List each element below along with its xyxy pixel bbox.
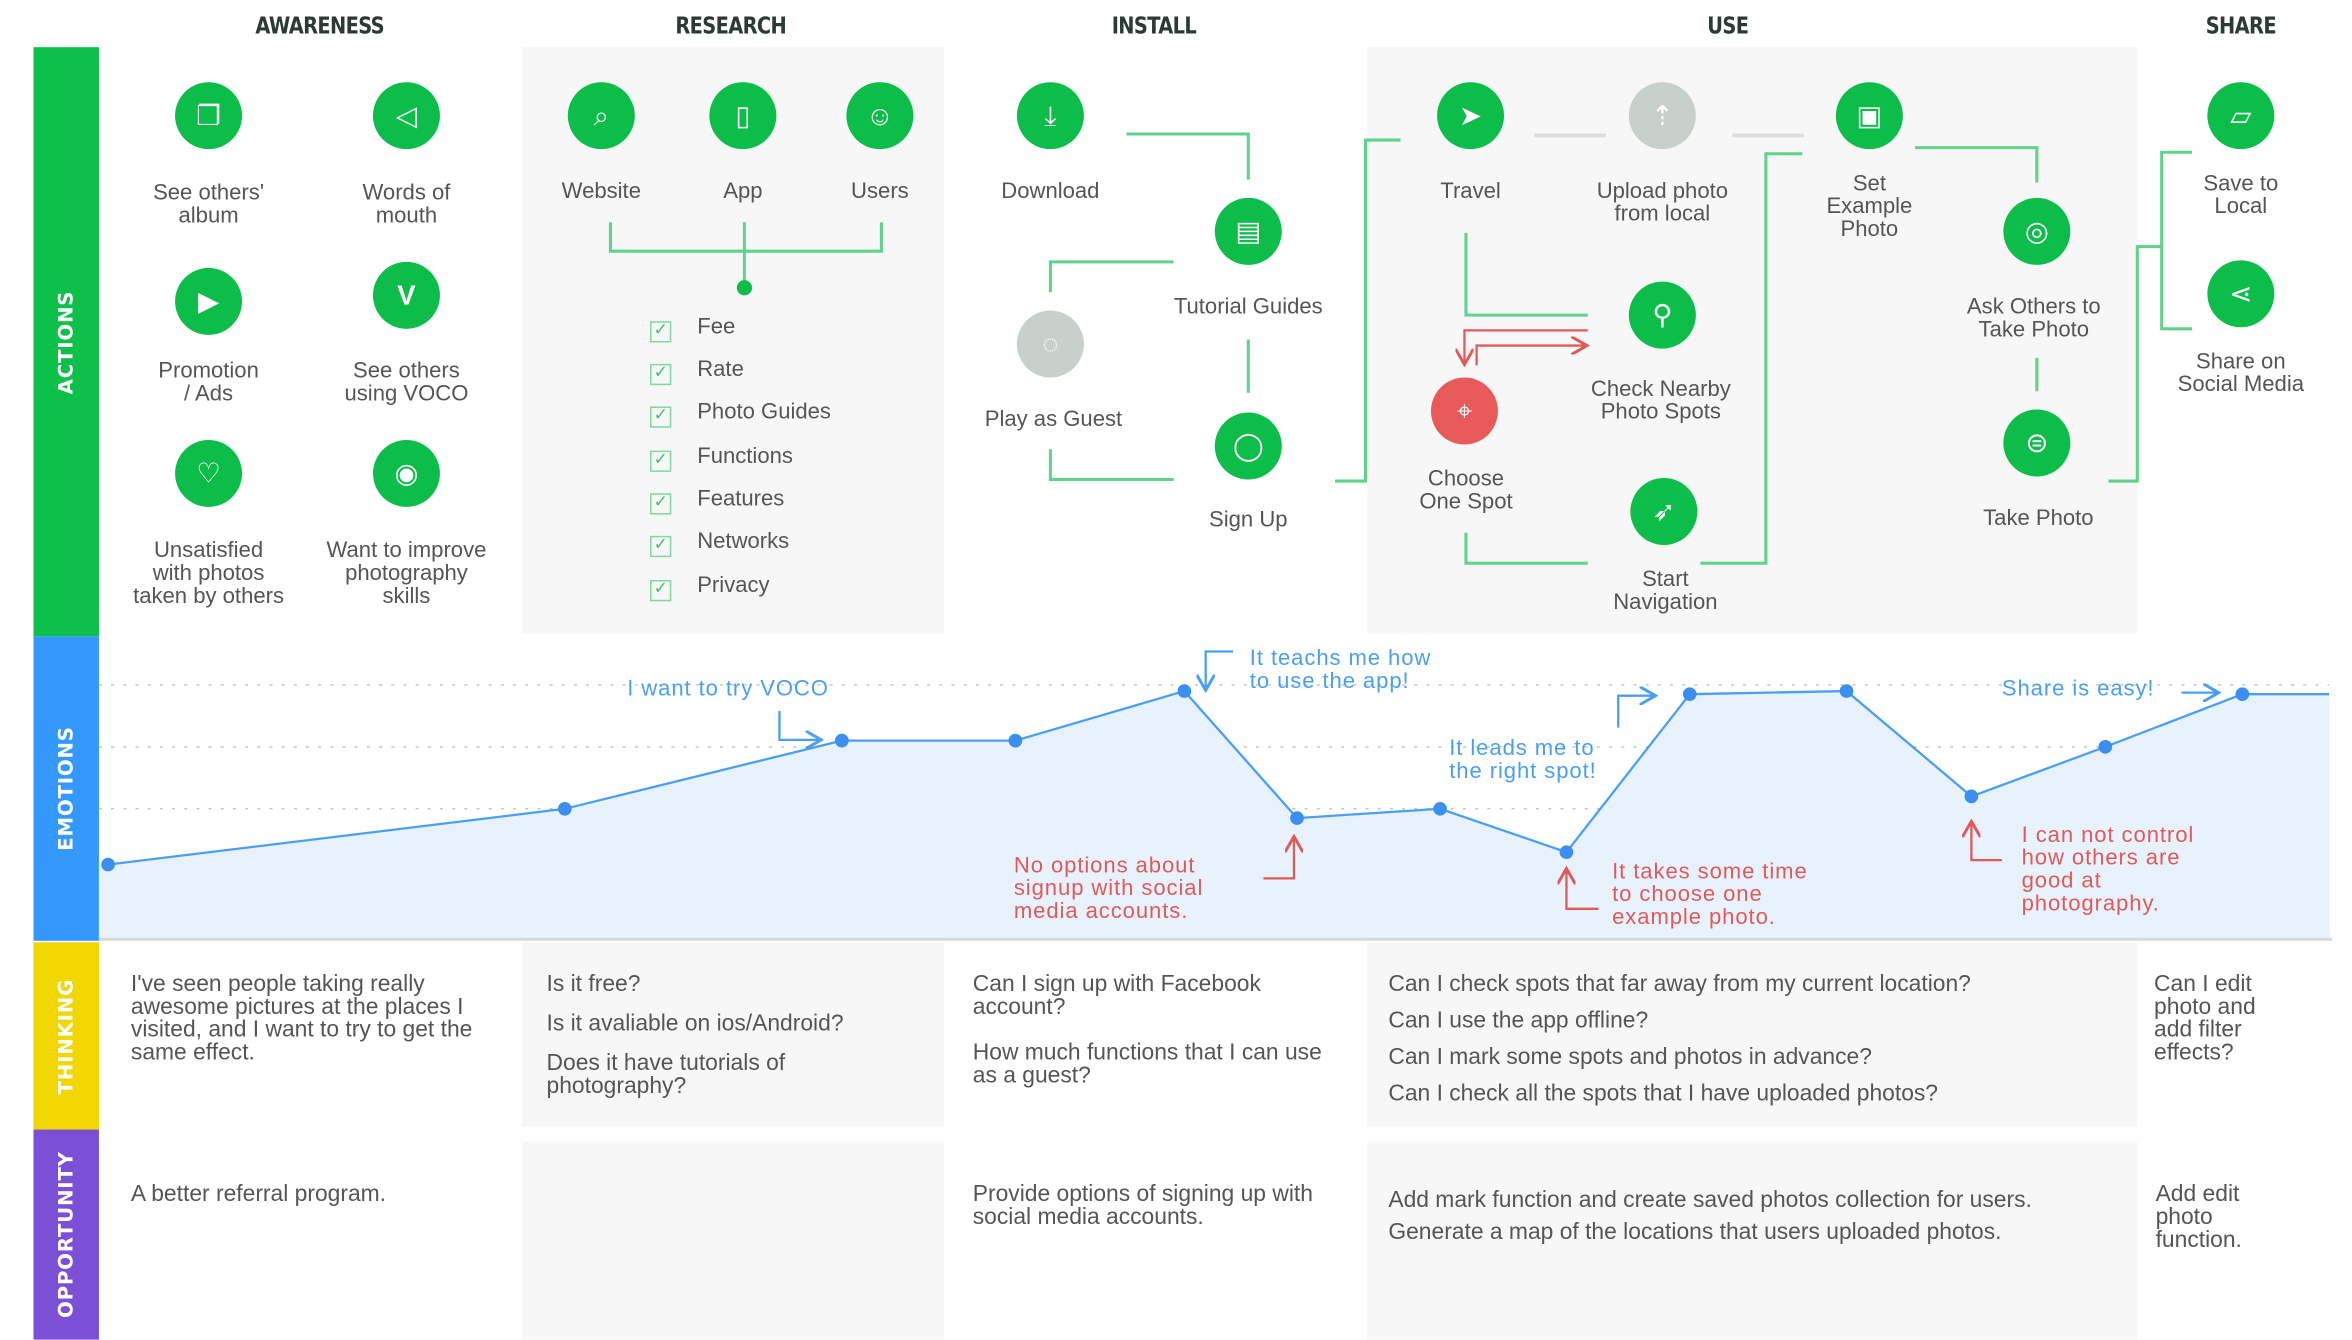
emotion-annotation: It leads me to the right spot! — [1449, 736, 1597, 784]
annotation-arrow — [1206, 650, 1234, 689]
opportunity-share: Add edit photo function. — [2156, 1183, 2278, 1268]
emotion-annotation: I want to try VOCO — [627, 677, 829, 702]
emotion-point — [2235, 687, 2250, 702]
emotion-point — [2098, 739, 2113, 754]
emotion-point — [834, 733, 849, 748]
emotion-point — [1177, 684, 1192, 698]
thinking-install: Can I sign up with Facebook account? How … — [973, 973, 1346, 1104]
emotion-point — [1964, 789, 1979, 804]
thinking-text: I've seen people taking really awesome p… — [130, 971, 473, 1066]
opportunity-awareness: A better referral program. — [131, 1183, 504, 1223]
opportunity-text: Provide options of signing up with socia… — [972, 1181, 1313, 1231]
emotion-point — [1433, 801, 1447, 816]
emotion-annotation: I can not control how others are good at… — [2021, 823, 2195, 917]
emotion-point — [1008, 733, 1023, 748]
thinking-text: How much functions that I can use as a g… — [972, 1039, 1322, 1089]
emotion-point — [1839, 684, 1854, 698]
thinking-text: Can I check all the spots that I have up… — [1388, 1080, 1939, 1107]
thinking-text: Can I check spots that far away from my … — [1388, 971, 1971, 998]
thinking-text: Can I mark some spots and photos in adva… — [1388, 1044, 1872, 1071]
emotion-point — [1290, 811, 1304, 825]
emotion-annotation: No options about signup with social medi… — [1013, 854, 1204, 925]
thinking-use: Can I check spots that far away from my … — [1388, 973, 2119, 1122]
thinking-text: Is it avaliable on ios/Android? — [546, 1010, 844, 1037]
opportunity-text: A better referral program. — [130, 1181, 387, 1208]
emotion-area — [98, 691, 2330, 940]
emotion-annotation: Share is easy! — [2001, 677, 2155, 702]
opportunity-text: Generate a map of the locations that use… — [1388, 1219, 2002, 1246]
opportunity-install: Provide options of signing up with socia… — [973, 1183, 1346, 1245]
emotion-point — [557, 801, 572, 816]
thinking-text: Can I sign up with Facebook account? — [972, 971, 1261, 1020]
emotion-point — [101, 857, 115, 872]
opportunity-use: Add mark function and create saved photo… — [1388, 1189, 2111, 1261]
emotion-point — [1559, 845, 1574, 860]
customer-journey-map: AWARENESS RESEARCH INSTALL USE SHARE ACT… — [0, 0, 2352, 1340]
thinking-text: Does it have tutorials of photography? — [546, 1050, 786, 1100]
thinking-text: Is it free? — [546, 971, 641, 998]
emotion-annotation: It teachs me how to use the app! — [1249, 646, 1432, 695]
thinking-text: Can I edit photo and add filter effects? — [2154, 971, 2256, 1066]
thinking-text: Can I use the app offline? — [1388, 1007, 1649, 1034]
thinking-share: Can I edit photo and add filter effects? — [2154, 973, 2299, 1081]
opportunity-text: Add mark function and create saved photo… — [1388, 1187, 2032, 1214]
emotion-annotation: It takes some time to choose one example… — [1612, 860, 1808, 931]
opportunity-text: Add edit photo function. — [2155, 1181, 2242, 1253]
emotion-point — [1682, 687, 1697, 702]
annotation-arrow — [1617, 696, 1653, 728]
thinking-awareness: I've seen people taking really awesome p… — [131, 973, 504, 1081]
thinking-research: Is it free? Is it avaliable on ios/Androi… — [547, 973, 928, 1115]
annotation-arrow — [778, 710, 819, 740]
